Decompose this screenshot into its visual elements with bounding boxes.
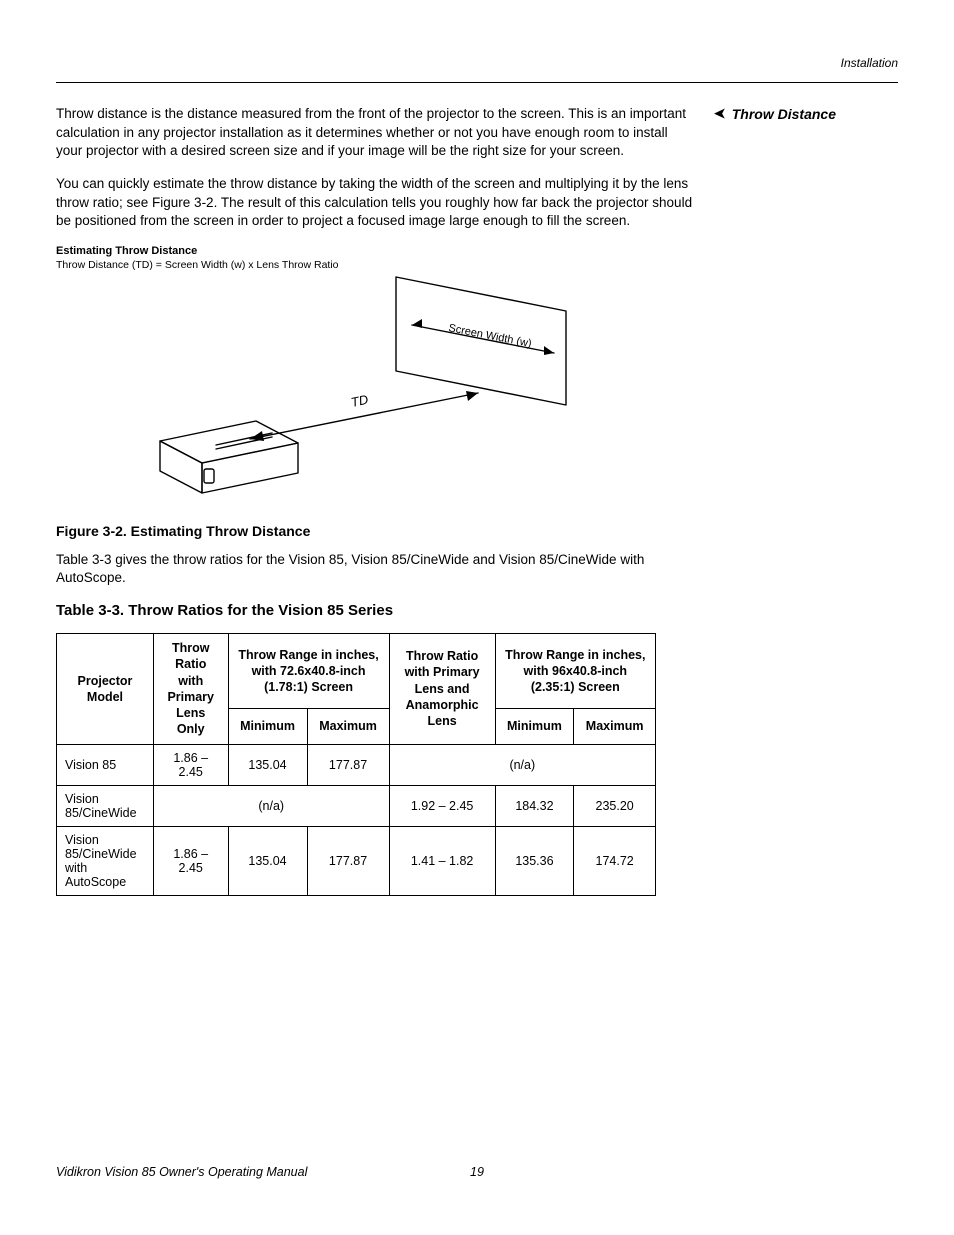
diagram-formula: Throw Distance (TD) = Screen Width (w) x… bbox=[56, 259, 696, 271]
cell-min178: 135.04 bbox=[228, 744, 307, 785]
throw-distance-diagram: Screen Width (w) TD bbox=[56, 275, 576, 505]
cell-ratio-primary: 1.86 – 2.45 bbox=[153, 826, 228, 895]
header-rule bbox=[56, 82, 898, 83]
table-row: Vision 85/CineWide (n/a) 1.92 – 2.45 184… bbox=[57, 785, 656, 826]
paragraph-1: Throw distance is the distance measured … bbox=[56, 105, 696, 161]
th-ratio-primary: Throw Ratio with Primary Lens Only bbox=[153, 634, 228, 745]
th-max-178: Maximum bbox=[307, 708, 389, 744]
cell-max178: 177.87 bbox=[307, 826, 389, 895]
th-min-178: Minimum bbox=[228, 708, 307, 744]
side-heading: ➤ Throw Distance bbox=[714, 105, 898, 122]
table-row: Vision 85/CineWide with AutoScope 1.86 –… bbox=[57, 826, 656, 895]
side-heading-text: Throw Distance bbox=[732, 106, 836, 122]
cell-model: Vision 85 bbox=[57, 744, 154, 785]
th-model: Projector Model bbox=[57, 634, 154, 745]
cell-max178: 177.87 bbox=[307, 744, 389, 785]
main-column: Throw distance is the distance measured … bbox=[56, 105, 696, 896]
cell-max235: 235.20 bbox=[574, 785, 656, 826]
throw-ratios-table: Projector Model Throw Ratio with Primary… bbox=[56, 633, 656, 896]
th-max-235: Maximum bbox=[574, 708, 656, 744]
cell-model: Vision 85/CineWide bbox=[57, 785, 154, 826]
cell-ratio-primary: 1.86 – 2.45 bbox=[153, 744, 228, 785]
screen-width-label: Screen Width (w) bbox=[447, 322, 532, 350]
table-row: Vision 85 1.86 – 2.45 135.04 177.87 (n/a… bbox=[57, 744, 656, 785]
table-header-row-1: Projector Model Throw Ratio with Primary… bbox=[57, 634, 656, 709]
td-label: TD bbox=[350, 391, 370, 409]
th-range-178: Throw Range in inches, with 72.6x40.8-in… bbox=[228, 634, 389, 709]
paragraph-2: You can quickly estimate the throw dista… bbox=[56, 175, 696, 231]
cell-min178: 135.04 bbox=[228, 826, 307, 895]
footer-page-number: 19 bbox=[56, 1165, 898, 1179]
paragraph-3: Table 3-3 gives the throw ratios for the… bbox=[56, 551, 696, 588]
header-section: Installation bbox=[56, 56, 898, 70]
cell-ratio-anamorphic: 1.92 – 2.45 bbox=[389, 785, 495, 826]
th-range-235: Throw Range in inches, with 96x40.8-inch… bbox=[495, 634, 655, 709]
content-row: Throw distance is the distance measured … bbox=[56, 105, 898, 896]
th-min-235: Minimum bbox=[495, 708, 574, 744]
side-column: ➤ Throw Distance bbox=[714, 105, 898, 896]
diagram-title: Estimating Throw Distance bbox=[56, 245, 696, 257]
th-ratio-anamorphic: Throw Ratio with Primary Lens and Anamor… bbox=[389, 634, 495, 745]
cell-max235: 174.72 bbox=[574, 826, 656, 895]
cell-na-right: (n/a) bbox=[389, 744, 655, 785]
arrow-left-icon: ➤ bbox=[714, 105, 726, 122]
page-footer: Vidikron Vision 85 Owner's Operating Man… bbox=[56, 1165, 898, 1179]
cell-ratio-anamorphic: 1.41 – 1.82 bbox=[389, 826, 495, 895]
cell-na-left: (n/a) bbox=[153, 785, 389, 826]
table-title: Table 3-3. Throw Ratios for the Vision 8… bbox=[56, 602, 696, 619]
diagram-block: Estimating Throw Distance Throw Distance… bbox=[56, 245, 696, 505]
figure-caption: Figure 3-2. Estimating Throw Distance bbox=[56, 523, 696, 539]
cell-min235: 135.36 bbox=[495, 826, 574, 895]
cell-model: Vision 85/CineWide with AutoScope bbox=[57, 826, 154, 895]
cell-min235: 184.32 bbox=[495, 785, 574, 826]
